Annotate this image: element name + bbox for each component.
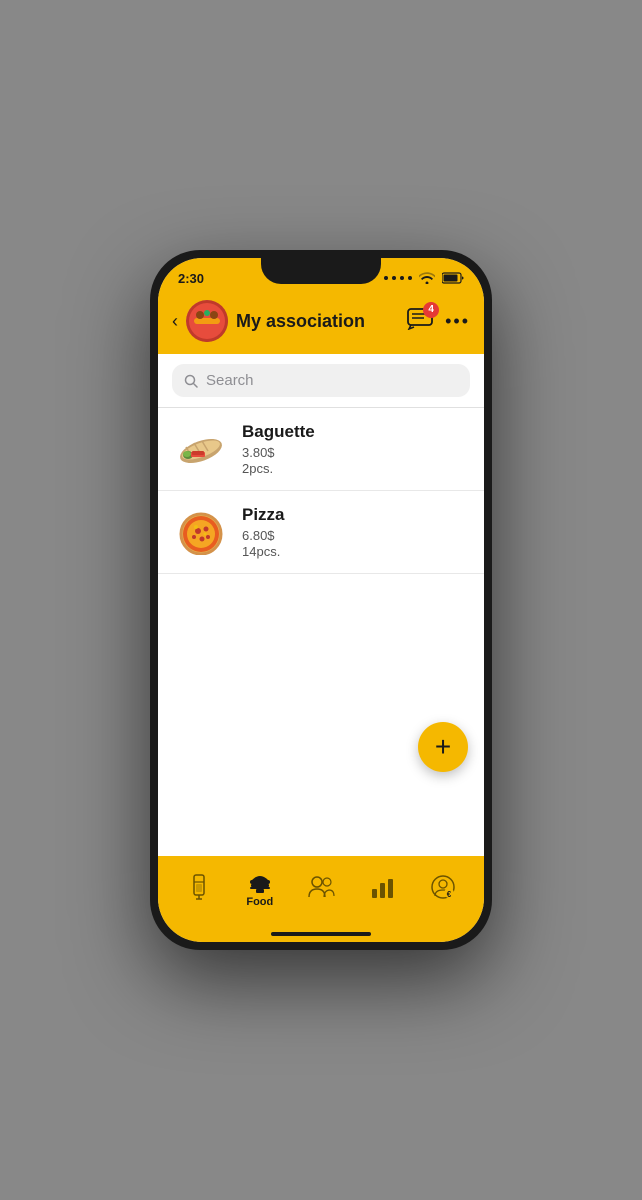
home-bar	[271, 932, 371, 936]
notification-badge: 4	[423, 302, 439, 318]
nav-item-account[interactable]: €	[413, 875, 474, 901]
nav-item-food[interactable]: Food	[229, 868, 290, 908]
phone-screen: 2:30	[158, 258, 484, 942]
add-item-button[interactable]: +	[418, 722, 468, 772]
signal-dot-3	[400, 276, 404, 280]
food-icon	[248, 868, 272, 894]
bottom-nav: Food	[158, 856, 484, 928]
list-item[interactable]: Pizza 6.80$ 14pcs.	[158, 491, 484, 574]
content-area: Search	[158, 354, 484, 856]
svg-text:€: €	[447, 890, 452, 899]
notification-wrapper[interactable]: 4	[407, 308, 433, 335]
status-icons	[384, 272, 464, 284]
status-time: 2:30	[178, 271, 204, 286]
home-indicator	[158, 928, 484, 942]
wifi-icon	[419, 272, 435, 284]
search-box[interactable]: Search	[172, 364, 470, 397]
list-item[interactable]: Baguette 3.80$ 2pcs.	[158, 408, 484, 491]
battery-icon	[442, 272, 464, 284]
account-icon: €	[431, 875, 455, 899]
item-info-baguette: Baguette 3.80$ 2pcs.	[242, 422, 468, 476]
nav-item-people[interactable]	[290, 875, 351, 901]
item-price: 6.80$	[242, 528, 468, 543]
item-name: Baguette	[242, 422, 468, 442]
drinks-icon	[188, 874, 210, 900]
avatar	[186, 300, 228, 342]
signal-dot-1	[384, 276, 388, 280]
back-button[interactable]: ‹	[172, 311, 178, 332]
item-image-pizza	[174, 512, 228, 552]
item-qty: 2pcs.	[242, 461, 468, 476]
items-list: Baguette 3.80$ 2pcs.	[158, 408, 484, 856]
header-title: My association	[236, 311, 365, 332]
header: ‹ My association	[158, 294, 484, 354]
nav-item-stats[interactable]	[352, 875, 413, 901]
stats-icon	[370, 875, 394, 899]
item-info-pizza: Pizza 6.80$ 14pcs.	[242, 505, 468, 559]
people-icon	[307, 875, 335, 899]
nav-item-drinks[interactable]	[168, 874, 229, 902]
more-button[interactable]: •••	[445, 311, 470, 332]
item-qty: 14pcs.	[242, 544, 468, 559]
notch	[261, 258, 381, 284]
header-right: 4 •••	[407, 308, 470, 335]
search-icon	[184, 374, 198, 388]
item-image-baguette	[174, 429, 228, 469]
item-name: Pizza	[242, 505, 468, 525]
signal-dot-2	[392, 276, 396, 280]
item-price: 3.80$	[242, 445, 468, 460]
phone-shell: 2:30	[150, 250, 492, 950]
header-left: ‹ My association	[172, 300, 365, 342]
search-container: Search	[158, 354, 484, 408]
search-placeholder: Search	[206, 372, 254, 389]
nav-label-food: Food	[246, 896, 273, 908]
signal-dot-4	[408, 276, 412, 280]
